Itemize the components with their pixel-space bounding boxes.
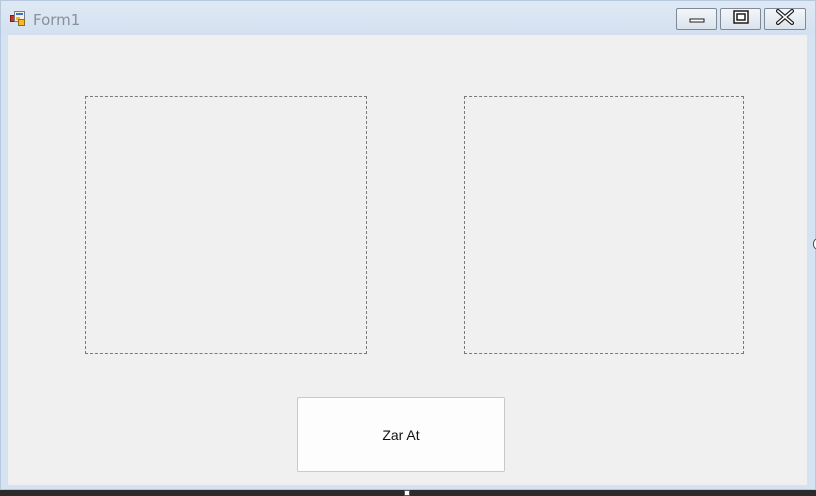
left-picture-box[interactable] [85, 96, 367, 354]
roll-dice-button[interactable]: Zar At [297, 397, 505, 472]
maximize-icon [732, 9, 749, 29]
close-icon [775, 7, 795, 30]
minimize-icon [689, 10, 705, 28]
app-icon [10, 11, 28, 27]
bottom-resize-handle[interactable] [404, 490, 410, 496]
right-picture-box[interactable] [464, 96, 744, 354]
form-client-area: Zar At [8, 35, 807, 485]
minimize-button[interactable] [676, 8, 717, 30]
maximize-button[interactable] [720, 8, 761, 30]
close-button[interactable] [764, 7, 806, 30]
form-window: Form1 Zar At [0, 0, 816, 490]
window-title: Form1 [33, 11, 81, 29]
title-bar[interactable]: Form1 [1, 1, 815, 35]
